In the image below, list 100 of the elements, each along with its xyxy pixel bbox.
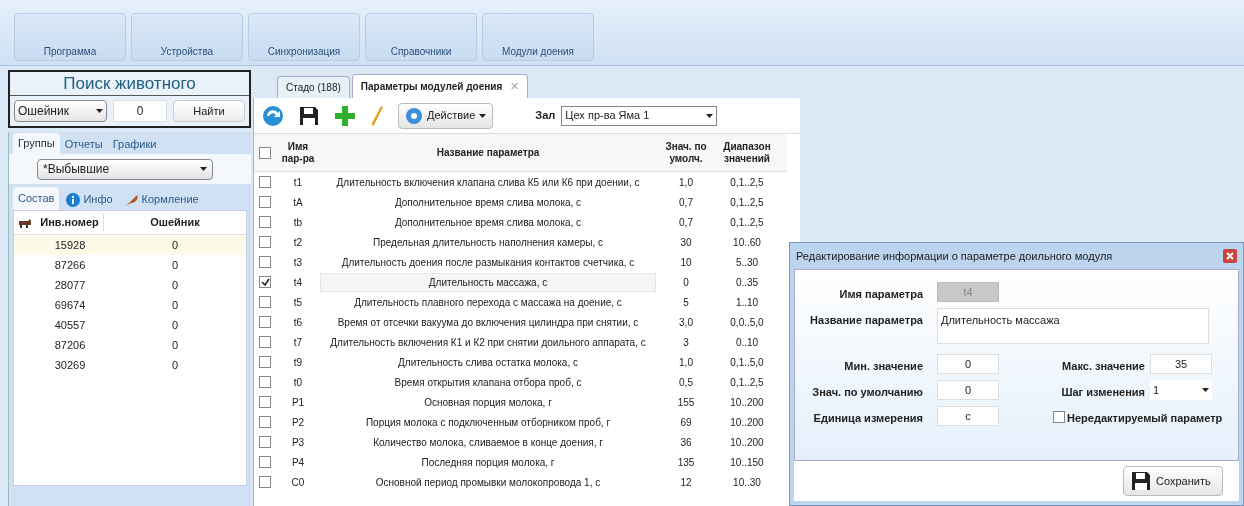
row-checkbox[interactable]: [259, 356, 271, 368]
group-dropdown[interactable]: *Выбывшие: [37, 158, 213, 180]
close-icon[interactable]: [1223, 249, 1237, 263]
action-dropdown[interactable]: Действие: [398, 102, 494, 129]
info-icon: [66, 192, 81, 207]
pencil-icon[interactable]: [370, 104, 384, 127]
ribbon-button[interactable]: Программа: [14, 13, 126, 61]
row-checkbox[interactable]: [259, 216, 271, 228]
tab[interactable]: Инфо: [61, 189, 118, 210]
table-cell-text: 1..10: [734, 295, 760, 310]
document-tab[interactable]: Стадо (188): [277, 76, 350, 98]
input-field[interactable]: с: [937, 406, 999, 426]
readonly-checkbox[interactable]: [1053, 411, 1065, 423]
table-cell-text: 87266: [53, 257, 87, 273]
row-checkbox[interactable]: [259, 436, 271, 448]
step-dropdown[interactable]: 1: [1150, 380, 1212, 400]
row-checkbox[interactable]: [259, 396, 271, 408]
table-cell-text: 10..200: [729, 415, 765, 430]
ribbon-button[interactable]: Устройства: [131, 13, 243, 61]
table-cell-text: Количество молока, сливаемое в конце доения, г: [372, 435, 604, 450]
caret-icon: [706, 113, 714, 118]
table-cell-text: 0,1..2,5: [729, 175, 765, 190]
hall-label: Зал: [535, 108, 556, 124]
field-label: Название параметра: [809, 313, 923, 328]
table-cell-text: t9: [292, 355, 304, 370]
table-cell-text: 10..200: [729, 395, 765, 410]
row-checkbox[interactable]: [259, 336, 271, 348]
table-cell-text: 0: [682, 275, 690, 290]
row-checkbox[interactable]: [259, 236, 271, 248]
dropdown-value: 1: [1153, 382, 1160, 398]
refresh-icon[interactable]: [262, 104, 284, 127]
select-all-checkbox[interactable]: [259, 146, 271, 159]
table-cell-text: 0,0..5,0: [729, 315, 765, 330]
checkbox-label: Нередактируемый параметр: [1067, 411, 1223, 426]
input-field[interactable]: 0: [937, 380, 999, 400]
table-cell-text: 0,1..2,5: [729, 375, 765, 390]
ribbon-button[interactable]: Синхронизация: [248, 13, 360, 61]
table-cell-text: C0: [290, 475, 306, 490]
table-cell-text: 10: [679, 255, 693, 270]
row-checkbox[interactable]: [259, 256, 271, 268]
field-label: Макс. значение: [1061, 359, 1145, 374]
column-header: Имя пар-ра: [280, 140, 316, 165]
table-cell-text: 87206: [53, 337, 87, 353]
document-tab[interactable]: Параметры модулей доения ×: [351, 74, 528, 98]
table-cell-text: Основной период промывки молокопровода 1, с: [374, 475, 602, 490]
input-field[interactable]: Длительность массажа: [937, 308, 1209, 344]
row-checkbox[interactable]: [259, 176, 271, 188]
input-field[interactable]: 35: [1150, 354, 1212, 374]
tab[interactable]: Группы: [13, 133, 60, 154]
table-cell-text: Длительность включения К1 и К2 при снятии доильного аппарата, с: [329, 335, 647, 350]
tab[interactable]: Графики: [107, 135, 162, 154]
table-cell-text: 28077: [53, 277, 87, 293]
table-cell-text: 69: [679, 415, 693, 430]
table-cell-text: 10..200: [729, 435, 765, 450]
row-checkbox[interactable]: [259, 416, 271, 428]
dialog-title: Редактирование информации о параметре доильного модуля: [796, 248, 1113, 264]
row-checkbox[interactable]: [259, 316, 271, 328]
field-label: Шаг изменения: [1060, 385, 1145, 400]
field-type-dropdown[interactable]: Ошейник: [14, 100, 107, 122]
table-cell-text: 3: [682, 335, 690, 350]
save-icon[interactable]: [298, 104, 320, 127]
column-header: Ошейник: [149, 215, 201, 231]
add-icon[interactable]: [334, 104, 356, 127]
row-checkbox[interactable]: [259, 376, 271, 388]
row-checkbox[interactable]: [259, 476, 271, 488]
hall-dropdown[interactable]: Цех пр-ва Яма 1: [561, 105, 718, 126]
tab[interactable]: Состав: [13, 187, 60, 210]
dropdown-value: Цех пр-ва Яма 1: [565, 108, 650, 124]
table-cell-text: t4: [292, 275, 304, 290]
table-cell-text: P2: [290, 415, 306, 430]
caret-icon: [479, 113, 487, 118]
table-cell-text: 0: [170, 297, 180, 313]
table-cell-text: t5: [292, 295, 304, 310]
save-icon: [1130, 470, 1152, 492]
table-cell-text: 0..10: [734, 335, 760, 350]
input-field: t4: [937, 282, 999, 302]
panel-title: Поиск животного: [10, 72, 249, 96]
selected-row[interactable]: 15928 0: [14, 235, 246, 255]
ribbon-button[interactable]: Модули доения: [482, 13, 594, 61]
table-cell-text: 69674: [53, 297, 87, 313]
search-field[interactable]: 0: [113, 100, 167, 122]
caret-icon: [1202, 388, 1209, 392]
tab[interactable]: Кормление: [119, 189, 204, 210]
table-cell-text: tA: [292, 195, 304, 210]
ribbon-button[interactable]: Справочники: [365, 13, 477, 61]
table-cell-text: 3,0: [678, 315, 694, 330]
save-button[interactable]: Сохранить: [1123, 466, 1223, 496]
row-checkbox[interactable]: [259, 196, 271, 208]
field-label: Единица измерения: [812, 411, 923, 426]
find-button[interactable]: Найти: [173, 100, 245, 122]
table-cell-text: 0,7: [678, 215, 694, 230]
field-label: Мин. значение: [843, 359, 923, 374]
table-cell-text: Длительность плавного перехода с массажа на доение, с: [353, 295, 623, 310]
row-checkbox[interactable]: [259, 276, 271, 288]
row-checkbox[interactable]: [259, 456, 271, 468]
table-cell-text: t1: [292, 175, 304, 190]
input-field[interactable]: 0: [937, 354, 999, 374]
row-checkbox[interactable]: [259, 296, 271, 308]
caret-icon: [200, 167, 207, 171]
tab[interactable]: Отчеты: [59, 135, 108, 154]
